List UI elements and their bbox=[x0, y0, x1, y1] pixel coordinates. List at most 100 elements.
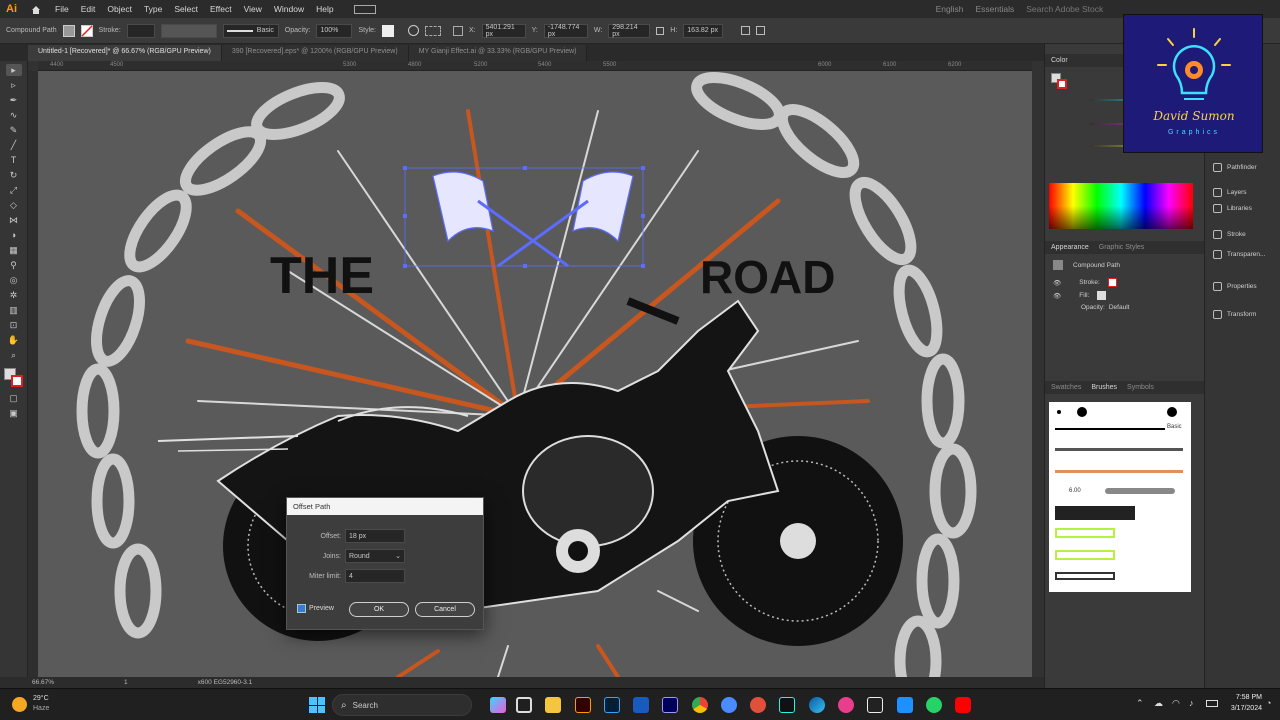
tab-appearance[interactable]: Appearance bbox=[1051, 244, 1089, 251]
tab-gianji-effect[interactable]: MY Gianji Effect.ai @ 33.33% (RGB/GPU Pr… bbox=[408, 45, 588, 61]
tab-swatches[interactable]: Swatches bbox=[1051, 384, 1081, 391]
vpn-icon[interactable] bbox=[721, 697, 737, 713]
word-icon[interactable] bbox=[633, 697, 649, 713]
task-view-icon[interactable] bbox=[516, 697, 532, 713]
dock-transparency[interactable]: Transparen... bbox=[1205, 244, 1280, 264]
illustrator-taskbar-icon[interactable] bbox=[575, 697, 591, 713]
color-panel-title[interactable]: Color bbox=[1051, 57, 1068, 64]
stroke-weight-field[interactable] bbox=[126, 23, 155, 38]
zoom-tool-icon[interactable]: ⌕ bbox=[6, 349, 22, 361]
hand-tool-icon[interactable]: ✋ bbox=[6, 334, 22, 346]
arrange-icon[interactable] bbox=[756, 26, 766, 35]
rotate-tool-icon[interactable]: ↻ bbox=[6, 169, 22, 181]
brush-library[interactable]: Basic 6.00 bbox=[1049, 402, 1191, 592]
fill-stroke-widget[interactable] bbox=[3, 367, 25, 389]
width-tool-icon[interactable]: ⋈ bbox=[6, 214, 22, 226]
app-blue-icon[interactable] bbox=[897, 697, 913, 713]
color-spectrum[interactable] bbox=[1049, 183, 1193, 229]
artboard-tool-icon[interactable]: ⊡ bbox=[6, 319, 22, 331]
miter-input[interactable]: 4 bbox=[345, 569, 405, 583]
notification-bell-icon[interactable]: ◔ bbox=[1266, 698, 1271, 708]
tray-cloud-icon[interactable]: ☁ bbox=[1154, 698, 1163, 709]
eraser-tool-icon[interactable]: ◇ bbox=[6, 199, 22, 211]
menu-type[interactable]: Type bbox=[144, 4, 162, 14]
menu-edit[interactable]: Edit bbox=[81, 4, 96, 14]
menu-effect[interactable]: Effect bbox=[210, 4, 232, 14]
eyedropper-tool-icon[interactable]: ⚲ bbox=[6, 259, 22, 271]
workspace-switcher-icon[interactable] bbox=[353, 4, 376, 14]
whatsapp-icon[interactable] bbox=[926, 697, 942, 713]
fill-swatch[interactable] bbox=[62, 24, 75, 37]
direct-selection-tool-icon[interactable]: ▹ bbox=[6, 79, 22, 91]
dock-transform[interactable]: Transform bbox=[1205, 300, 1280, 328]
dock-libraries[interactable]: Libraries bbox=[1205, 200, 1280, 216]
isolate-icon[interactable] bbox=[741, 26, 751, 35]
brush-definition-field[interactable]: Basic bbox=[222, 23, 279, 38]
dock-properties[interactable]: Properties bbox=[1205, 272, 1280, 300]
appearance-stroke-row[interactable]: 👁 Stroke: bbox=[1045, 276, 1204, 289]
offset-input[interactable]: 18 px bbox=[345, 529, 405, 543]
tab-symbols[interactable]: Symbols bbox=[1127, 384, 1154, 391]
app-pink-icon[interactable] bbox=[838, 697, 854, 713]
copilot-icon[interactable] bbox=[490, 697, 506, 713]
curvature-tool-icon[interactable]: ∿ bbox=[6, 109, 22, 121]
tab-graphic-styles[interactable]: Graphic Styles bbox=[1099, 244, 1145, 251]
w-field[interactable]: 298.214 px bbox=[608, 23, 651, 38]
line-tool-icon[interactable]: ╱ bbox=[6, 139, 22, 151]
eye-icon[interactable]: 👁 bbox=[1053, 279, 1061, 287]
h-field[interactable]: 163.82 px bbox=[683, 23, 724, 38]
fill-color-icon[interactable] bbox=[1097, 291, 1107, 300]
capcut-icon[interactable] bbox=[867, 697, 883, 713]
pen-tool-icon[interactable]: ✒ bbox=[6, 94, 22, 106]
dock-pathfinder[interactable]: Pathfinder bbox=[1205, 156, 1280, 178]
menu-window[interactable]: Window bbox=[274, 4, 304, 14]
link-proportions-icon[interactable] bbox=[656, 26, 665, 35]
zoom-level[interactable]: 66.67% bbox=[32, 679, 54, 686]
tray-wifi-icon[interactable]: ◠ bbox=[1172, 698, 1180, 709]
dock-layers[interactable]: Layers bbox=[1205, 184, 1280, 200]
dock-stroke[interactable]: Stroke bbox=[1205, 224, 1280, 244]
preview-checkbox-row[interactable]: Preview bbox=[297, 604, 334, 613]
artboard-number[interactable]: 1 bbox=[124, 679, 128, 686]
stroke-none-icon[interactable] bbox=[1107, 278, 1117, 287]
weather-temp[interactable]: 29°C bbox=[33, 695, 49, 702]
edge-icon[interactable] bbox=[809, 697, 825, 713]
opacity-field[interactable]: 100% bbox=[316, 23, 353, 38]
selection-tool-icon[interactable]: ▸ bbox=[5, 64, 22, 76]
file-explorer-icon[interactable] bbox=[545, 697, 561, 713]
y-field[interactable]: -1748.774 px bbox=[543, 23, 588, 38]
variable-width-field[interactable] bbox=[160, 23, 217, 38]
tray-chevron-up-icon[interactable]: ⌃ bbox=[1136, 698, 1144, 709]
taskbar-search[interactable]: ⌕ Search bbox=[332, 694, 472, 716]
premiere-icon[interactable] bbox=[662, 697, 678, 713]
cancel-button[interactable]: Cancel bbox=[415, 602, 475, 617]
menu-help[interactable]: Help bbox=[316, 4, 333, 14]
tab-390-recovered[interactable]: 390 [Recovered].eps* @ 1200% (RGB/GPU Pr… bbox=[221, 45, 409, 61]
appearance-fill-row[interactable]: 👁 Fill: bbox=[1045, 289, 1204, 302]
transform-icon[interactable] bbox=[452, 25, 463, 36]
weather-sun-icon[interactable] bbox=[12, 697, 27, 712]
stroke-none-swatch[interactable] bbox=[80, 24, 93, 37]
start-windows-icon[interactable] bbox=[309, 697, 325, 713]
tray-battery-icon[interactable] bbox=[1206, 700, 1218, 707]
stroke-swatch-small[interactable] bbox=[1057, 79, 1067, 89]
clock-time[interactable]: 7:58 PM bbox=[1222, 694, 1262, 701]
appearance-opacity-row[interactable]: Opacity: Default bbox=[1045, 302, 1204, 313]
pencil-tool-icon[interactable]: ✎ bbox=[6, 124, 22, 136]
artboard-canvas[interactable]: THE ROAD bbox=[38, 71, 1032, 677]
shape-builder-tool-icon[interactable]: ◑ bbox=[6, 229, 22, 241]
scale-tool-icon[interactable]: ⤢ bbox=[6, 184, 22, 196]
type-tool-icon[interactable]: T bbox=[6, 154, 22, 166]
chrome-icon[interactable] bbox=[692, 697, 708, 713]
joins-select[interactable]: Round ⌄ bbox=[345, 549, 405, 563]
menu-select[interactable]: Select bbox=[174, 4, 198, 14]
recolor-icon[interactable] bbox=[407, 25, 419, 36]
preview-checkbox[interactable] bbox=[297, 604, 306, 613]
home-icon[interactable] bbox=[31, 5, 41, 14]
align-icon[interactable] bbox=[424, 25, 441, 36]
stroke-color-swatch[interactable] bbox=[10, 375, 23, 387]
preview-label[interactable]: Preview bbox=[309, 605, 334, 612]
perspective-tool-icon[interactable]: ▦ bbox=[6, 244, 22, 256]
ok-button[interactable]: OK bbox=[349, 602, 409, 617]
screen-mode-icon[interactable]: ▣ bbox=[6, 407, 22, 419]
